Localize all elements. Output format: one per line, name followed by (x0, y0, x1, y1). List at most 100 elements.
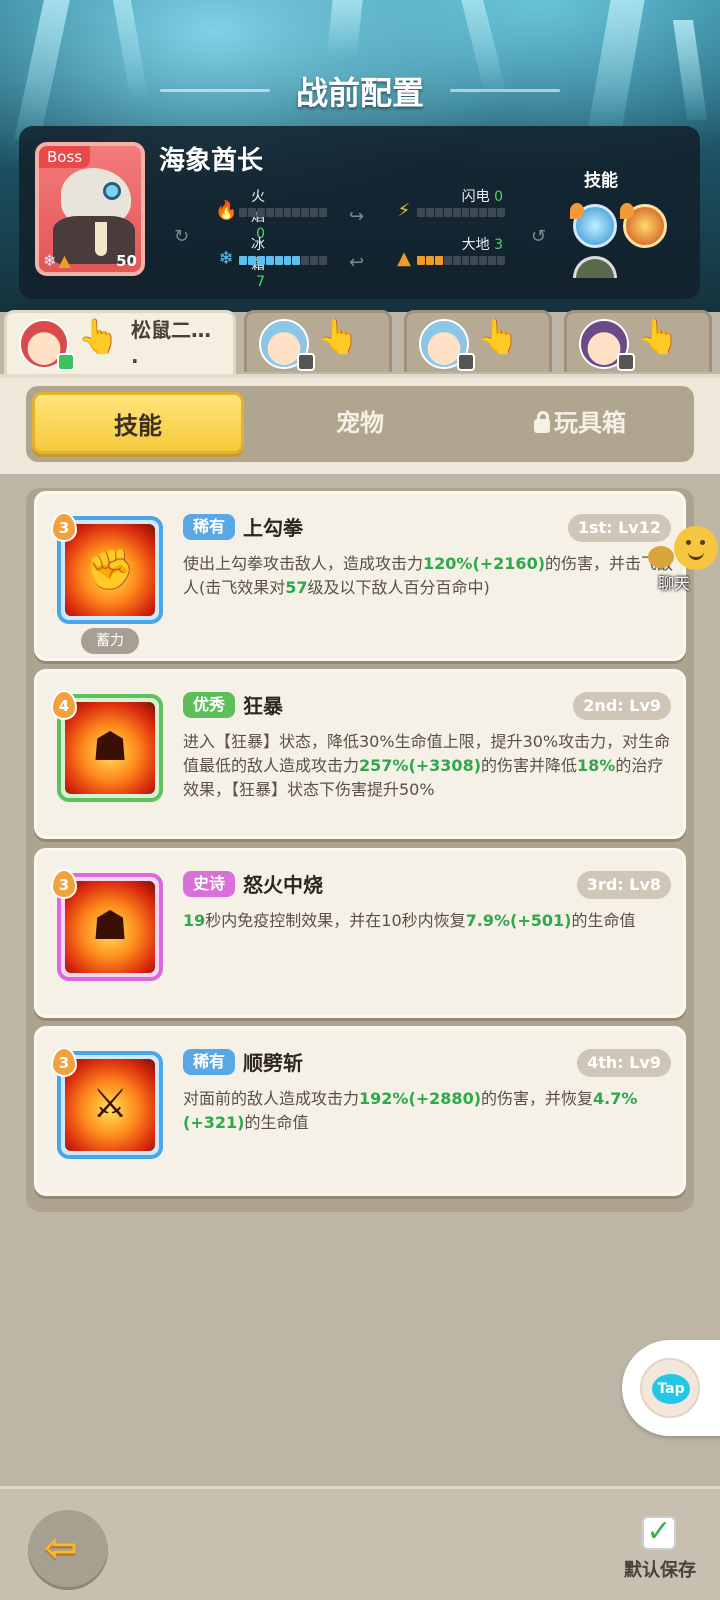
bottom-bar (0, 1486, 720, 1600)
hero-tab-1[interactable]: 👆 松鼠二… . (4, 310, 236, 376)
element-bar-segment (310, 256, 319, 265)
element-frost-bar (239, 256, 328, 265)
element-bar-segment (425, 208, 434, 217)
swap-arrow-icon: ↺ (531, 226, 547, 247)
rarity-badge: 史诗 (183, 871, 236, 897)
tab-toybox[interactable]: 玩具箱 (474, 392, 686, 454)
rarity-badge: 稀有 (183, 514, 236, 540)
element-frost-value: 7 (256, 274, 265, 290)
element-bar-segment (283, 256, 292, 265)
hero-tab-4[interactable]: 👆 (564, 310, 712, 372)
skill-level-badge (620, 203, 634, 219)
boss-tusk-art (95, 222, 107, 256)
skill-art: ☗ (65, 881, 155, 973)
element-earth: ▲ 大地 3 (393, 234, 513, 272)
tab-pets[interactable]: 宠物 (254, 392, 466, 454)
skill-slot-level: 2nd: Lv9 (573, 692, 671, 720)
element-bar-segment (256, 256, 265, 265)
skill-art: ⚔ (65, 1059, 155, 1151)
description-value: 18% (577, 756, 616, 775)
element-bar-segment (497, 208, 506, 217)
boss-eye-art (103, 182, 121, 200)
element-bar-segment (479, 256, 488, 265)
skill-level-badge: 3 (51, 869, 77, 899)
element-bar-segment (292, 256, 301, 265)
element-bar-segment (417, 208, 425, 217)
skill-card[interactable]: ☗ 3 史诗 怒火中烧 3rd: Lv8 19秒内免疫控制效果，并在10秒内恢复7.9%(… (34, 848, 686, 1018)
skill-description: 19秒内免疫控制效果，并在10秒内恢复7.9%(+501)的生命值 (183, 909, 679, 933)
boss-skill-fire-icon[interactable] (620, 203, 667, 248)
rarity-badge: 稀有 (183, 1049, 236, 1075)
skill-level-badge: 3 (51, 1047, 77, 1077)
element-bar-segment (301, 208, 310, 217)
element-bar-segment (247, 256, 256, 265)
skill-name: 顺劈斩 (243, 1051, 303, 1075)
description-value: 7.9%(+501) (465, 911, 572, 930)
element-bar-segment (434, 256, 443, 265)
swap-arrow-icon: ↻ (174, 226, 190, 247)
element-bar-segment (256, 208, 265, 217)
description-text: 的生命值 (244, 1113, 309, 1132)
tap-hand-icon: 👆 (317, 317, 360, 357)
element-bar-segment (319, 256, 328, 265)
element-bar-segment (497, 256, 506, 265)
snowflake-icon: ❄ (43, 251, 57, 270)
tap-button[interactable]: Tap (622, 1340, 720, 1436)
element-bar-segment (274, 256, 283, 265)
skill-slot-level: 4th: Lv9 (577, 1049, 671, 1077)
tab-skills[interactable]: 技能 (32, 392, 244, 454)
boss-skill-ice-icon[interactable] (570, 203, 617, 248)
description-text: 的伤害并降低 (481, 756, 578, 775)
element-bar-segment (434, 208, 443, 217)
skill-glyph-icon: ☗ (92, 724, 128, 770)
element-frost-name: 冰霜 (251, 237, 265, 273)
default-save-checkbox[interactable]: ✓ (642, 1516, 676, 1550)
element-bar-segment (479, 208, 488, 217)
element-fire-bar (239, 208, 328, 217)
description-text: 级及以下敌人百分百命中) (307, 578, 490, 597)
hero-tab-3[interactable]: 👆 (404, 310, 552, 372)
skill-glyph-icon: ☗ (92, 903, 128, 949)
element-bar-segment (452, 208, 461, 217)
description-value: 57 (285, 578, 308, 597)
chat-button[interactable]: 聊天 (648, 526, 720, 593)
skill-level-badge: 3 (51, 512, 77, 542)
element-bar-segment (274, 208, 283, 217)
element-bar-segment (461, 208, 470, 217)
skill-card[interactable]: ☗ 4 优秀 狂暴 2nd: Lv9 进入【狂暴】状态，降低30%生命值上限，提升30%攻… (34, 669, 686, 839)
hero-status-badge (57, 353, 75, 371)
tap-label: Tap (652, 1374, 690, 1404)
element-bar-segment (443, 256, 452, 265)
tap-mascot-icon: Tap (640, 1358, 700, 1418)
boss-info-panel: Boss ❄ ▲ 50 海象酋长 🔥 火焰 0 ⚡ 闪电 0 ❄ 冰霜 7 ▲ 大… (19, 126, 700, 299)
skill-card[interactable]: ✊ 3 蓄力 稀有 上勾拳 1st: Lv12 使出上勾拳攻击敌人，造成攻击力120%(+2… (34, 491, 686, 661)
skill-description: 对面前的敌人造成攻击力192%(+2880)的伤害，并恢复4.7%(+321)的… (183, 1087, 679, 1135)
back-button[interactable]: ⇦ (28, 1510, 108, 1590)
hero-tab-2[interactable]: 👆 (244, 310, 392, 372)
element-bar-segment (247, 208, 256, 217)
element-bar-segment (265, 208, 274, 217)
skill-card[interactable]: ⚔ 3 稀有 顺劈斩 4th: Lv9 对面前的敌人造成攻击力192%(+2880)的伤害… (34, 1026, 686, 1196)
element-earth-value: 3 (494, 237, 503, 253)
boss-skill-earth-icon[interactable] (573, 256, 617, 278)
swap-arrow-icon: ↩ (349, 252, 365, 273)
chat-bubble-icon (648, 546, 674, 568)
description-value: 192%(+2880) (359, 1089, 482, 1108)
description-text: 使出上勾拳攻击敌人，造成攻击力 (183, 554, 424, 573)
element-bar-segment (470, 208, 479, 217)
element-bar-segment (452, 256, 461, 265)
element-bar-segment (292, 208, 301, 217)
element-bar-segment (470, 256, 479, 265)
boss-tag: Boss (39, 146, 91, 168)
skill-description: 进入【狂暴】状态，降低30%生命值上限，提升30%攻击力，对生命值最低的敌人造成… (183, 730, 679, 802)
boss-skills-label: 技能 (584, 171, 618, 191)
element-earth-bar (417, 256, 506, 265)
boss-level: 50 (116, 252, 137, 270)
boss-portrait[interactable]: Boss ❄ ▲ 50 (35, 142, 145, 276)
element-earth-name: 大地 (461, 237, 490, 253)
checkmark-icon: ✓ (646, 1514, 672, 1549)
element-fire: 🔥 火焰 0 (215, 186, 335, 242)
skill-slot-level: 3rd: Lv8 (576, 871, 671, 899)
tab-toybox-label: 玩具箱 (554, 409, 626, 437)
back-arrow-icon: ⇦ (44, 1525, 78, 1571)
